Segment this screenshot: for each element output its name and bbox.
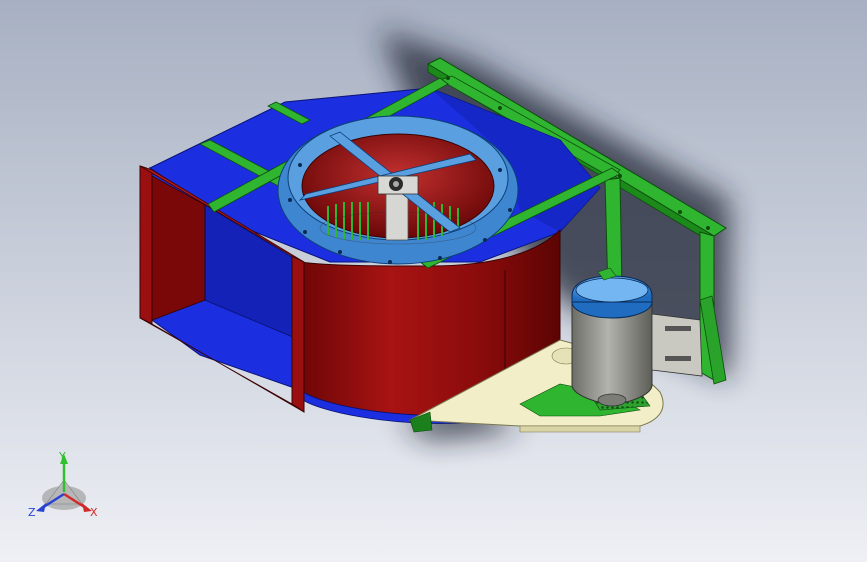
model-view[interactable]: Y X Z — [0, 0, 867, 562]
bearing-housing — [377, 175, 419, 195]
duct-flange-left — [139, 165, 153, 325]
motor-bracket — [651, 313, 703, 377]
duct-flange-right — [291, 255, 305, 413]
motor-cap-top — [575, 277, 649, 303]
triad-z-label: Z — [28, 506, 36, 519]
triad-y-label: Y — [58, 450, 66, 463]
motor-shaft-coupling — [597, 393, 627, 407]
cad-graphics-area[interactable]: Y X Z — [0, 0, 867, 562]
triad-x-label: X — [90, 506, 98, 519]
base-edge — [519, 425, 641, 433]
impeller-shaft — [385, 193, 409, 241]
